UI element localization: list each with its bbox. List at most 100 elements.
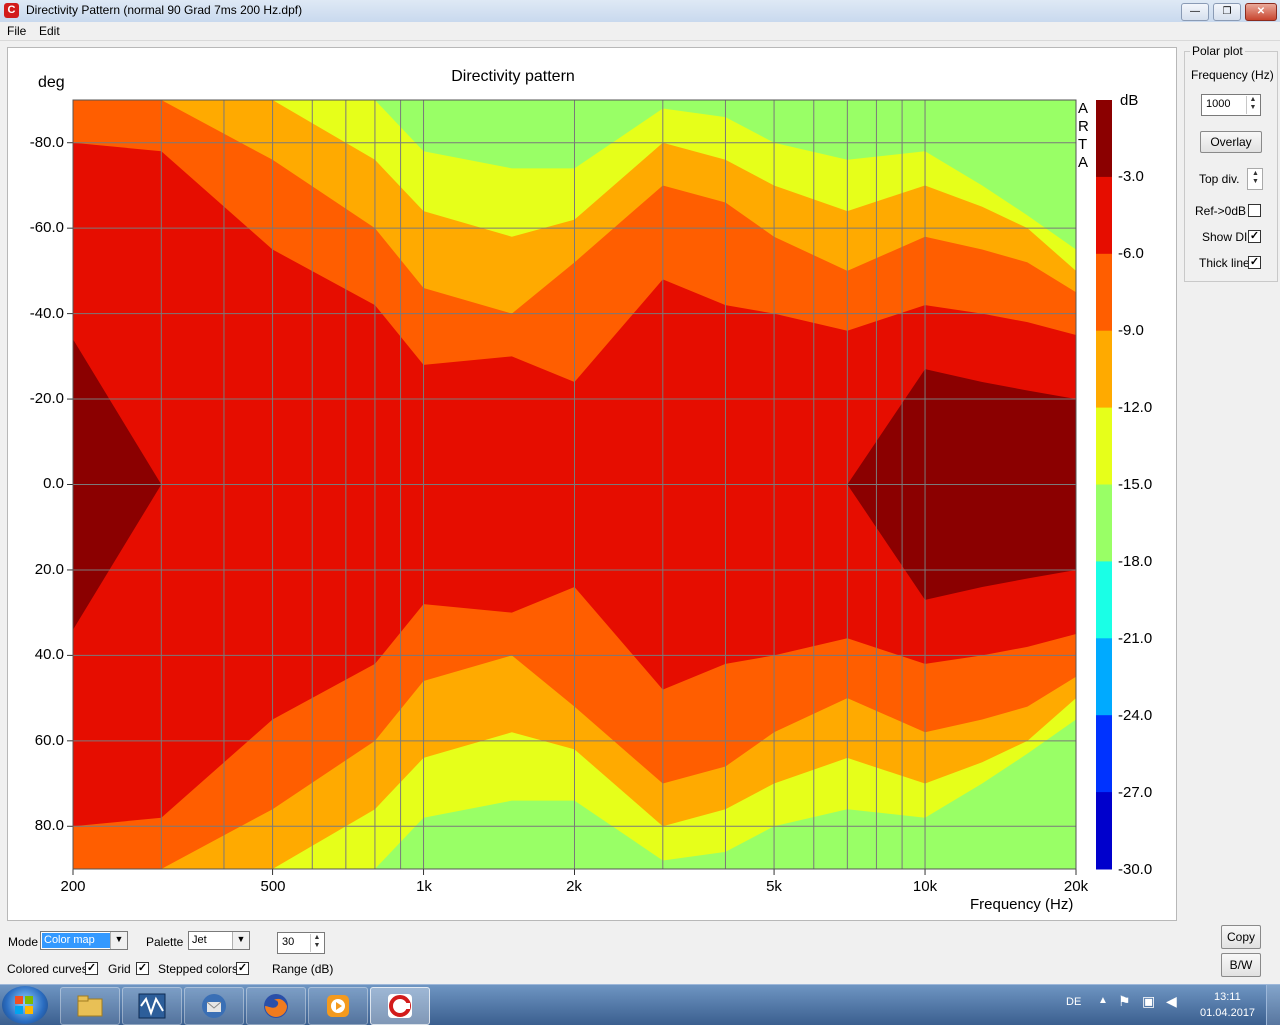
taskbar-thunderbird[interactable]	[184, 987, 244, 1025]
stepped-colors-label: Stepped colors	[158, 962, 239, 976]
x-tick-label: 5k	[766, 878, 782, 895]
colorbar-tick-label: -27.0	[1118, 784, 1153, 801]
chevron-down-icon[interactable]: ▼	[110, 932, 127, 949]
start-button[interactable]	[2, 986, 48, 1024]
menu-file[interactable]: File	[7, 24, 26, 38]
y-tick-label: 20.0	[34, 561, 64, 578]
palette-select[interactable]: Jet ▼	[188, 931, 250, 950]
network-icon[interactable]: ▣	[1142, 993, 1155, 1010]
minimize-button[interactable]: —	[1181, 3, 1209, 21]
x-tick-label: 20k	[1063, 878, 1089, 895]
colored-curves-checkbox[interactable]: ✓	[85, 962, 98, 975]
y-tick-label: 60.0	[34, 732, 64, 749]
mode-select[interactable]: Color map ▼	[40, 931, 128, 950]
language-indicator[interactable]: DE	[1066, 996, 1081, 1008]
clock-time[interactable]: 13:11	[1214, 991, 1241, 1003]
palette-select-value: Jet	[192, 934, 207, 946]
y-tick-label: -60.0	[29, 219, 64, 236]
thick-line-checkbox[interactable]: ✓	[1248, 256, 1261, 269]
arta-letter: T	[1078, 136, 1088, 153]
media-player-icon	[327, 995, 349, 1017]
top-div-stepper[interactable]: ▲ ▼	[1247, 168, 1263, 190]
mode-label: Mode	[8, 935, 39, 949]
range-value: 30	[282, 936, 295, 948]
colorbar-tick-label: -24.0	[1118, 707, 1153, 724]
colorbar-segment	[1096, 715, 1112, 793]
colorbar-segment	[1096, 100, 1112, 178]
show-di-label: Show DI	[1202, 230, 1248, 244]
copy-button[interactable]: Copy	[1221, 925, 1261, 949]
y-axis-unit: deg	[38, 74, 65, 91]
ref-0db-checkbox[interactable]	[1248, 204, 1261, 217]
chart-title: Directivity pattern	[451, 68, 575, 85]
clock-date[interactable]: 01.04.2017	[1200, 1007, 1255, 1019]
colorbar-segment	[1096, 330, 1112, 409]
colorbar-unit: dB	[1120, 92, 1139, 109]
overlay-button[interactable]: Overlay	[1200, 131, 1262, 153]
colorbar-segment	[1096, 176, 1112, 255]
colorbar-tick-label: -18.0	[1118, 553, 1153, 570]
x-axis-label: Frequency (Hz)	[970, 896, 1074, 913]
tray-arrow-icon[interactable]: ▲	[1098, 995, 1108, 1006]
polar-frequency-input[interactable]: 1000 ▲ ▼	[1201, 94, 1261, 116]
thick-line-label: Thick line	[1199, 256, 1250, 270]
frequency-label: Frequency (Hz)	[1191, 68, 1274, 82]
y-tick-label: 80.0	[34, 817, 64, 834]
colorbar	[1096, 100, 1112, 870]
window-title: Directivity Pattern (normal 90 Grad 7ms …	[26, 3, 303, 17]
colorbar-segment	[1096, 792, 1112, 870]
flag-icon[interactable]: ⚑	[1118, 993, 1131, 1010]
windows-logo-icon	[15, 996, 33, 1014]
directivity-chart-svg	[67, 99, 1112, 875]
menu-edit[interactable]: Edit	[39, 24, 60, 38]
bw-button[interactable]: B/W	[1221, 953, 1261, 977]
x-tick-label: 500	[260, 878, 286, 895]
top-div-label: Top div.	[1199, 172, 1240, 186]
y-tick-label: -20.0	[29, 390, 64, 407]
polar-plot-group-title: Polar plot	[1190, 44, 1245, 58]
palette-label: Palette	[146, 935, 184, 949]
taskbar-firefox[interactable]	[246, 987, 306, 1025]
show-desktop-button[interactable]	[1266, 985, 1280, 1025]
polar-plot-group	[1184, 51, 1278, 282]
colorbar-segment	[1096, 407, 1112, 485]
maximize-button[interactable]: ❐	[1213, 3, 1241, 21]
x-tick-label: 10k	[912, 878, 938, 895]
close-button[interactable]: ✕	[1245, 3, 1277, 21]
x-tick-label: 200	[60, 878, 86, 895]
folder-icon	[77, 995, 103, 1017]
grid-label: Grid	[108, 962, 131, 976]
show-di-checkbox[interactable]: ✓	[1248, 230, 1261, 243]
signal-app-icon	[138, 993, 166, 1019]
stepped-colors-checkbox[interactable]: ✓	[236, 962, 249, 975]
taskbar-arta[interactable]	[370, 987, 430, 1025]
y-tick-label: -40.0	[29, 305, 64, 322]
directivity-plot[interactable]: Directivity pattern deg Frequency (Hz) d…	[7, 47, 1177, 921]
taskbar-explorer[interactable]	[60, 987, 120, 1025]
polar-frequency-value: 1000	[1206, 98, 1231, 110]
spin-arrows-icon[interactable]: ▲ ▼	[1246, 96, 1259, 114]
range-input[interactable]: 30 ▲ ▼	[277, 932, 325, 954]
arta-watermark: A R T A	[1078, 100, 1089, 172]
taskbar-media-player[interactable]	[308, 987, 368, 1025]
spin-arrows-icon[interactable]: ▲ ▼	[310, 934, 323, 952]
colorbar-tick-label: -21.0	[1118, 630, 1153, 647]
arta-letter: R	[1078, 118, 1089, 135]
ref-0db-label: Ref->0dB	[1195, 204, 1247, 218]
grid-checkbox[interactable]: ✓	[136, 962, 149, 975]
y-tick-label: 0.0	[43, 475, 64, 492]
colorbar-segment	[1096, 253, 1112, 332]
colorbar-segment	[1096, 484, 1112, 562]
chevron-down-icon[interactable]: ▼	[232, 932, 249, 949]
browser-icon	[264, 994, 288, 1018]
spin-arrows-icon[interactable]: ▲ ▼	[1249, 170, 1262, 188]
speaker-icon[interactable]: ◀	[1166, 993, 1177, 1010]
colorbar-tick-label: -30.0	[1118, 861, 1153, 878]
arta-letter: A	[1078, 100, 1089, 117]
colorbar-segment	[1096, 561, 1112, 639]
x-tick-label: 2k	[566, 878, 582, 895]
colorbar-segment	[1096, 638, 1112, 716]
arta-app-icon	[388, 994, 412, 1018]
taskbar-app-signal[interactable]	[122, 987, 182, 1025]
colorbar-tick-label: -12.0	[1118, 399, 1153, 416]
